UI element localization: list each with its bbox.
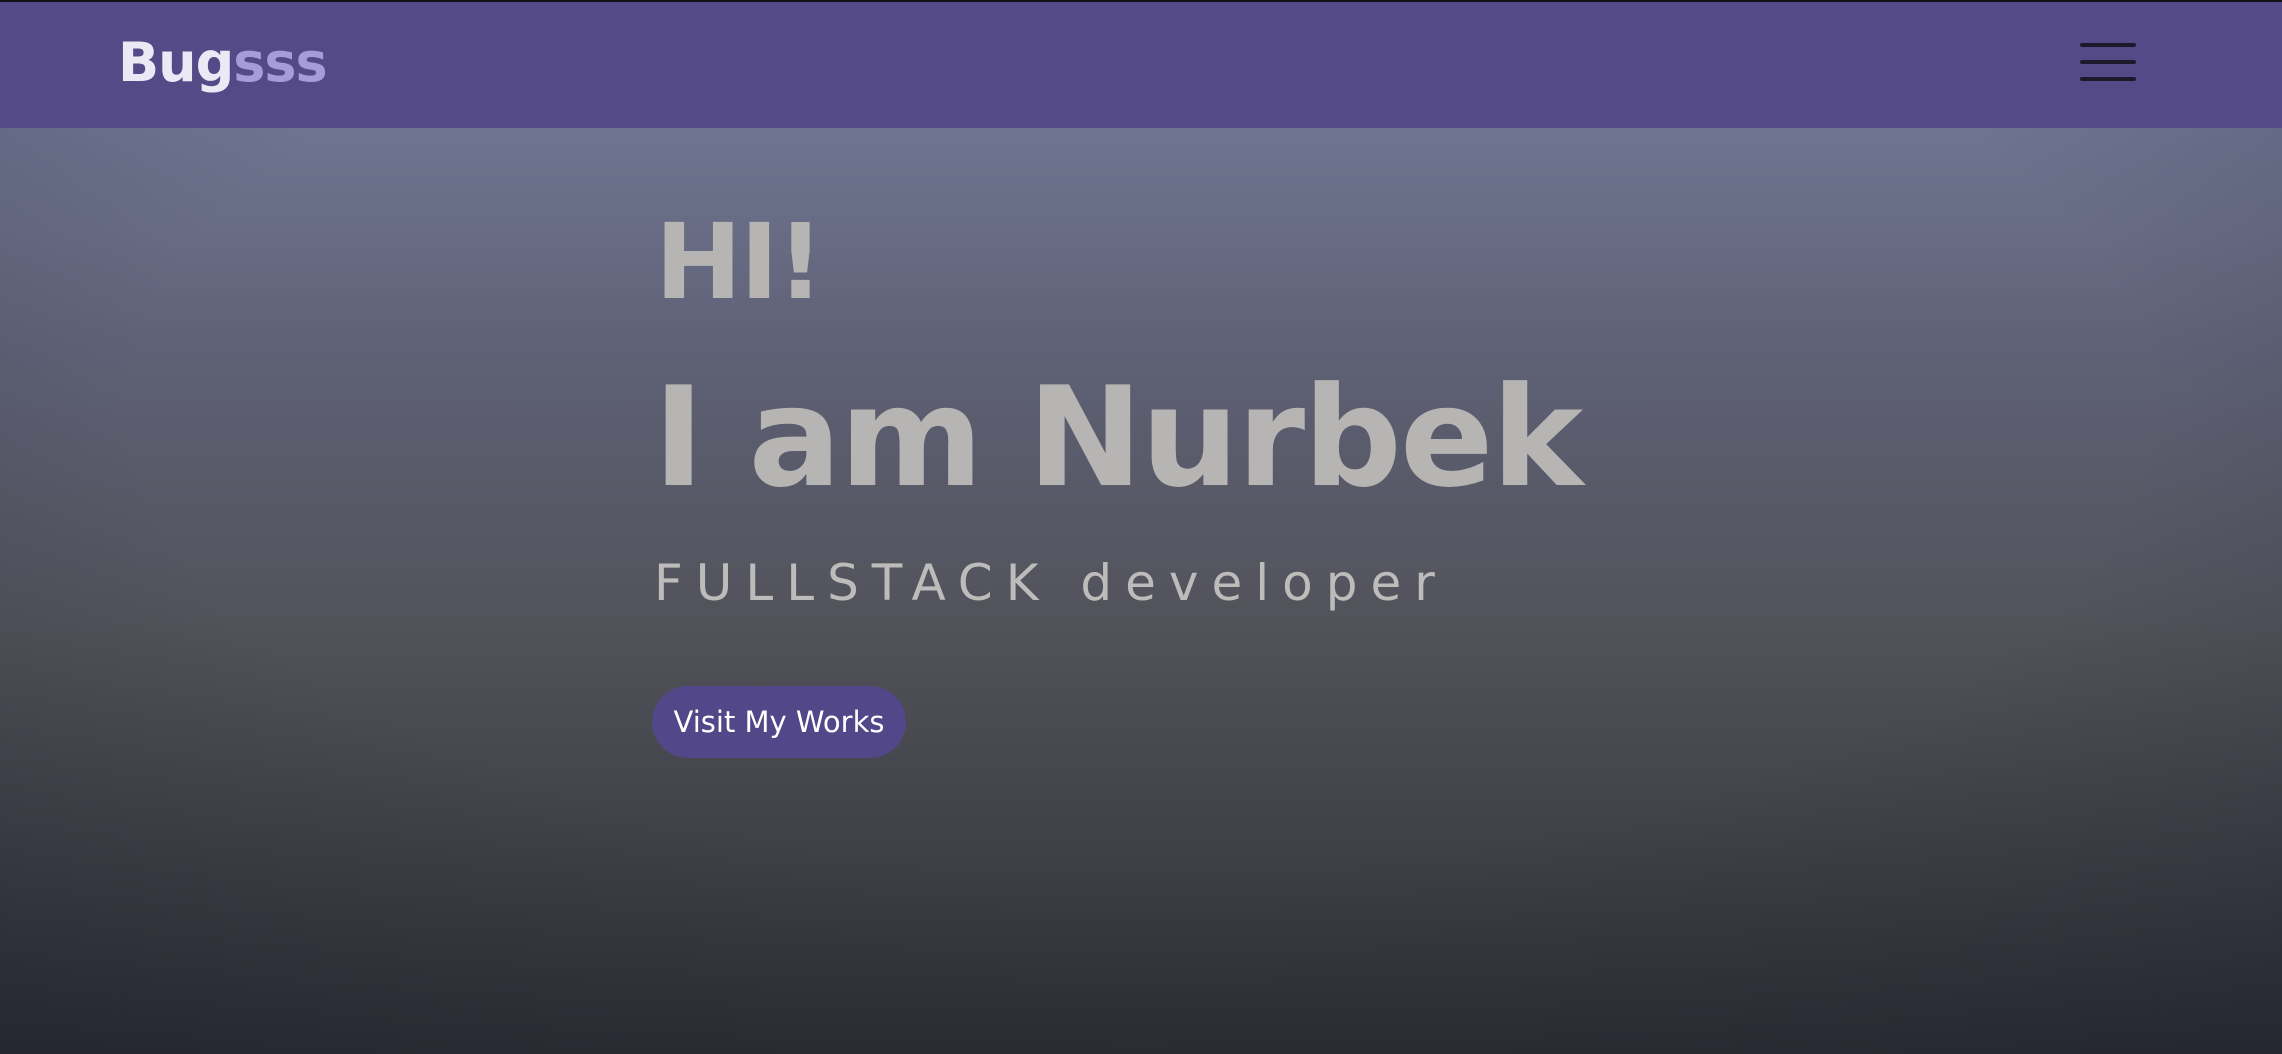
hero-subtitle: FULLSTACK developer xyxy=(654,554,1448,612)
menu-bar xyxy=(2080,77,2136,81)
logo-accent-text: sss xyxy=(233,31,327,94)
logo-main-text: Bug xyxy=(118,31,234,94)
menu-bar xyxy=(2080,43,2136,47)
hero-headline: I am Nurbek xyxy=(653,357,1583,518)
hero-section: HI! I am Nurbek FULLSTACK developer Visi… xyxy=(0,128,2282,1054)
navbar: Bugsss xyxy=(0,0,2282,128)
menu-bar xyxy=(2080,60,2136,64)
site-logo[interactable]: Bugsss xyxy=(118,28,328,98)
visit-my-works-button[interactable]: Visit My Works xyxy=(652,686,906,758)
hero-greeting: HI! xyxy=(655,201,824,323)
hamburger-menu-icon[interactable] xyxy=(2072,38,2136,86)
top-border xyxy=(0,0,2282,2)
page: Bugsss HI! I am Nurbek FULLSTACK develop… xyxy=(0,0,2282,1054)
